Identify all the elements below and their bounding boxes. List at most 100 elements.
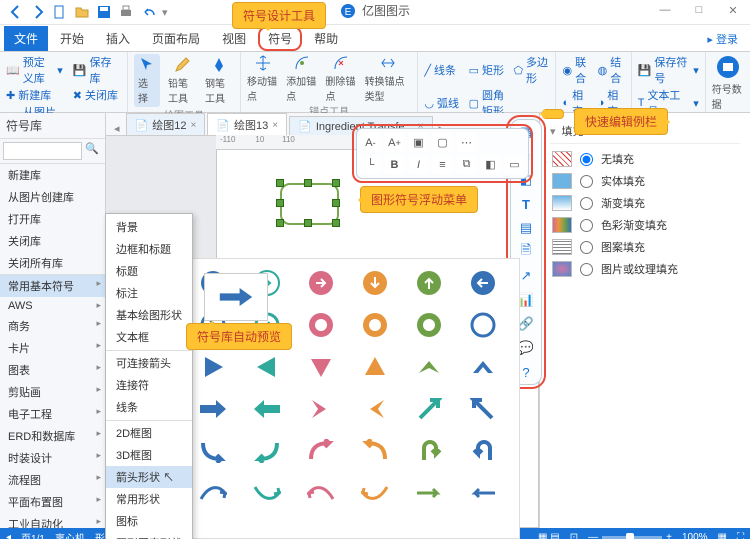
sidebar-item-fromimg[interactable]: 从图片创建库 [0, 186, 105, 208]
conv-anchor-button[interactable]: 转换锚点类型 [365, 54, 412, 103]
align-icon[interactable]: ≡ [433, 155, 452, 174]
shape-disc-green[interactable] [413, 309, 445, 341]
qat-new-icon[interactable] [52, 4, 68, 20]
shape-disc-pink[interactable] [305, 309, 337, 341]
qat-back-icon[interactable] [8, 4, 24, 20]
shape-ring-left[interactable] [467, 309, 499, 341]
search-input[interactable] [3, 142, 82, 160]
save-symbol-button[interactable]: 💾保存符号▾ [638, 54, 699, 86]
shape-swoosh4[interactable] [359, 477, 391, 509]
qat-undo-icon[interactable] [140, 4, 156, 20]
line-button[interactable]: ╱线条 [424, 54, 460, 86]
shape-circle-arrow[interactable] [305, 267, 337, 299]
mi-3d[interactable]: 3D框图 [106, 444, 192, 466]
shape-circle-left[interactable] [467, 267, 499, 299]
mi-connector[interactable]: 连接符 [106, 374, 192, 396]
select-tool-button[interactable]: 选择 [134, 54, 160, 107]
shape-tri-left[interactable] [251, 351, 283, 383]
zoom-slider[interactable]: —+ [588, 532, 672, 539]
status-grid-icon[interactable]: ▦ [718, 532, 727, 539]
shape-swoosh6[interactable] [467, 477, 499, 509]
doc-tab-13[interactable]: 📄绘图13× [207, 113, 287, 135]
add-anchor-button[interactable]: 添加锚点 [286, 54, 317, 103]
shape-circle-down[interactable] [359, 267, 391, 299]
sidebar-item-closelib[interactable]: 关闭库 [0, 230, 105, 252]
shape-curve4[interactable] [359, 435, 391, 467]
shape-swoosh5[interactable] [413, 477, 445, 509]
mi-icon[interactable]: 图标 [106, 510, 192, 532]
stroke-icon[interactable]: ▭ [505, 155, 524, 174]
sidebar-item-business[interactable]: 商务 [0, 315, 105, 337]
symbol-data-button[interactable]: 符号数据 [712, 54, 744, 111]
copy-icon[interactable]: ⧉ [457, 155, 476, 174]
sidebar-item-ee[interactable]: 电子工程 [0, 403, 105, 425]
more-icon[interactable]: ⋯ [457, 133, 476, 152]
italic-button[interactable]: I [409, 155, 428, 174]
sidebar-item-fashion[interactable]: 时装设计 [0, 447, 105, 469]
fill-opt-image[interactable]: 图片或纹理填充 [550, 258, 740, 280]
fill-opt-solid[interactable]: 实体填充 [550, 170, 740, 192]
mi-textbox[interactable]: 文本框 [106, 326, 192, 348]
mi-basicshape[interactable]: 基本绘图形状 [106, 304, 192, 326]
tab-insert[interactable]: 插入 [96, 26, 140, 51]
sidebar-item-industry[interactable]: 工业自动化 [0, 513, 105, 528]
mi-arrow-shapes[interactable]: 箭头形状 ↖ [106, 466, 192, 488]
sidebar-item-newlib[interactable]: 新建库 [0, 164, 105, 186]
shape-chev-r[interactable] [305, 393, 337, 425]
maximize-button[interactable]: □ [682, 0, 716, 20]
qat-open-icon[interactable] [74, 4, 90, 20]
tab-help[interactable]: 帮助 [304, 26, 348, 51]
mi-callout[interactable]: 标注 [106, 282, 192, 304]
polygon-button[interactable]: ⬠多边形 [513, 54, 549, 86]
shape-arr-nw[interactable] [467, 393, 499, 425]
mi-circular[interactable]: 圆形图表形状 [106, 532, 192, 539]
fill-opt-none[interactable]: 无填充 [550, 148, 740, 170]
tab-start[interactable]: 开始 [50, 26, 94, 51]
shape-disc-orange[interactable] [359, 309, 391, 341]
shape-uturn1[interactable] [413, 435, 445, 467]
mi-line[interactable]: 线条 [106, 396, 192, 418]
shape-swoosh3[interactable] [305, 477, 337, 509]
close-tab-icon[interactable]: × [190, 120, 196, 131]
sidebar-item-floor[interactable]: 平面布置图 [0, 491, 105, 513]
font-dec-button[interactable]: A- [361, 133, 380, 152]
mi-connarrow[interactable]: 可连接箭头 [106, 350, 192, 374]
union-button[interactable]: ◉联合 [562, 54, 589, 86]
qat-forward-icon[interactable] [30, 4, 46, 20]
tab-view[interactable]: 视图 [212, 26, 256, 51]
sidebar-item-flow[interactable]: 流程图 [0, 469, 105, 491]
shape-uturn2[interactable] [467, 435, 499, 467]
doc-tab-12[interactable]: 📄绘图12× [126, 113, 206, 135]
shape-tri-up[interactable] [359, 351, 391, 383]
shape-curve1[interactable] [197, 435, 229, 467]
status-page[interactable]: 页1/1 [21, 530, 45, 539]
sidebar-item-clipart[interactable]: 剪贴画 [0, 381, 105, 403]
rect-button[interactable]: ▭矩形 [469, 54, 506, 86]
mi-common[interactable]: 常用形状 [106, 488, 192, 510]
fit-icon[interactable]: ⊡ [570, 532, 578, 539]
zoom-value[interactable]: 100% [682, 532, 708, 539]
text-icon[interactable]: T [517, 195, 535, 213]
combine-button[interactable]: ◍结合 [598, 54, 625, 86]
fill-opt-grad[interactable]: 渐变填充 [550, 192, 740, 214]
sidebar-item-basic-symbols[interactable]: 常用基本符号 [0, 274, 105, 297]
shape-tri-down[interactable] [305, 351, 337, 383]
shape-arr-right[interactable] [197, 393, 229, 425]
save-lib-button[interactable]: 💾保存库 [73, 54, 121, 86]
close-tab-icon[interactable]: × [272, 120, 278, 131]
bold-button[interactable]: B [385, 155, 404, 174]
qat-more-icon[interactable]: ▾ [162, 6, 168, 19]
shape-swoosh2[interactable] [251, 477, 283, 509]
del-anchor-button[interactable]: 删除锚点 [325, 54, 356, 103]
shape-arr-ne[interactable] [413, 393, 445, 425]
page-tab-prev-icon[interactable]: ◂ [6, 532, 11, 539]
mi-border[interactable]: 边框和标题 [106, 238, 192, 260]
tab-prev-icon[interactable]: ◂ [110, 122, 124, 135]
move-anchor-button[interactable]: 移动锚点 [247, 54, 278, 103]
shape-circle-up[interactable] [413, 267, 445, 299]
minimize-button[interactable]: — [648, 0, 682, 20]
sidebar-item-openlib[interactable]: 打开库 [0, 208, 105, 230]
fill-opt-colorgrad[interactable]: 色彩渐变填充 [550, 214, 740, 236]
mi-title[interactable]: 标题 [106, 260, 192, 282]
shape-swoosh1[interactable] [197, 477, 229, 509]
